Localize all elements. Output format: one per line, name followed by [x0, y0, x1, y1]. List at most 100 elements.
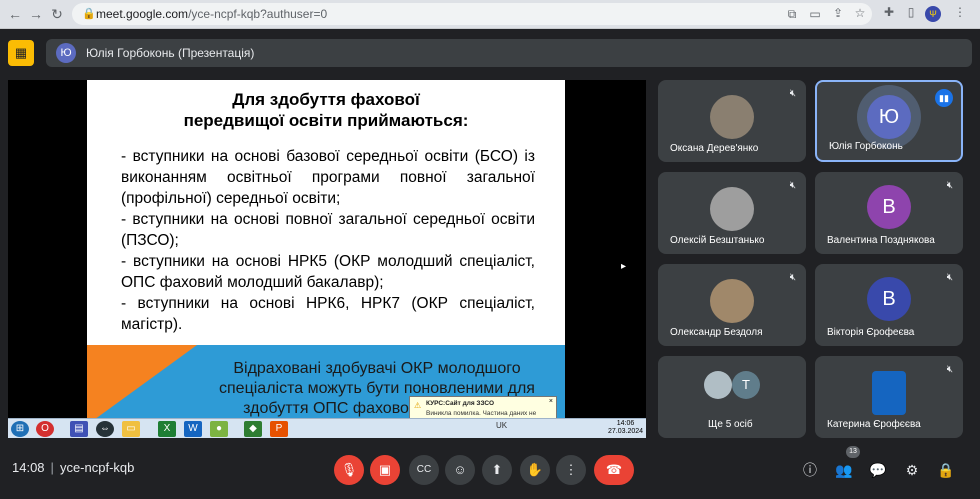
mic-off-icon: 🔇︎ — [946, 180, 953, 191]
app-icon[interactable]: ◆ — [244, 421, 262, 437]
presentation-toggle-icon[interactable]: ▦ — [8, 40, 34, 66]
more-options-button[interactable]: ⋮ — [556, 455, 586, 485]
slide-item: - вступники на основі НРК6, НРК7 (ОКР сп… — [121, 295, 535, 333]
mic-off-icon: 🔇︎ — [789, 272, 796, 283]
participant-tile-more[interactable]: Т Ще 5 осіб — [658, 356, 806, 438]
cast-icon[interactable]: ⧉ — [784, 7, 800, 22]
participant-avatar: Т — [732, 371, 760, 399]
app-icon[interactable]: ● — [210, 421, 228, 437]
participant-tile[interactable]: В 🔇︎ Вікторія Єрофеєва — [815, 264, 963, 346]
participant-tile[interactable]: В 🔇︎ Валентина Позднякова — [815, 172, 963, 254]
meeting-details-button[interactable]: ⓘ — [798, 458, 822, 482]
mic-off-icon: 🎙 — [340, 462, 358, 477]
menu-kebab-icon[interactable]: ⋮ — [952, 5, 968, 19]
start-icon[interactable]: ⊞ — [11, 421, 29, 437]
participant-tile[interactable]: 🔇︎ Катерина Єрофєєва — [815, 356, 963, 438]
mic-off-icon: 🔇︎ — [946, 364, 953, 375]
close-icon[interactable]: × — [549, 398, 553, 405]
raise-hand-button[interactable]: ✋ — [520, 455, 550, 485]
explorer-icon[interactable]: ▭ — [122, 421, 140, 437]
back-icon[interactable]: ← — [6, 5, 24, 23]
participant-avatar: В — [867, 185, 911, 229]
emoji-icon: ☺ — [453, 462, 467, 477]
mic-toggle-button[interactable]: 🎙 — [334, 455, 364, 485]
lock-icon: 🔒 — [82, 8, 96, 20]
slide: Для здобуття фахової передвищої освіти пр… — [87, 80, 565, 425]
extensions-icon[interactable]: ✚ — [881, 5, 897, 19]
participant-tile[interactable]: 🔇︎ Олексій Безштанько — [658, 172, 806, 254]
camera-off-icon: ▣ — [378, 462, 392, 477]
notification-title: КУРС:Сайт для ЗЗСО — [426, 400, 495, 407]
participant-name: Валентина Позднякова — [827, 235, 935, 246]
share-icon[interactable]: ⇪ — [830, 6, 846, 20]
host-controls-button[interactable]: 🔒 — [934, 458, 958, 482]
bookmark-star-icon[interactable]: ☆ — [852, 6, 868, 20]
more-people-label: Ще 5 осіб — [708, 419, 753, 430]
reload-icon[interactable]: ↻ — [48, 5, 66, 23]
phone-hangup-icon: ☎ — [605, 462, 623, 477]
presenter-label: Юлія Горбоконь (Презентація) — [86, 46, 255, 60]
meet-controls-bar: 14:08 | yce-ncpf-kqb 🎙 ▣ CC ☺ ⬆ ✋ ⋮ ☎ ⓘ 13… — [0, 440, 980, 499]
kebab-icon: ⋮ — [564, 462, 578, 477]
side-panel-icon[interactable]: ▯ — [903, 5, 919, 19]
slide-item: - вступники на основі повної загальної с… — [121, 211, 535, 249]
participant-photo — [704, 371, 732, 399]
meet-top-bar: ▦ Ю Юлія Горбоконь (Презентація) — [0, 29, 980, 77]
participant-tile[interactable]: 🔇︎ Оксана Дерев'янко — [658, 80, 806, 162]
participant-photo — [710, 95, 754, 139]
excel-icon[interactable]: X — [158, 421, 176, 437]
teamviewer-icon[interactable]: ⇔ — [96, 421, 114, 437]
people-button[interactable]: 👥 — [832, 458, 856, 482]
participant-photo — [872, 371, 906, 415]
presenter-avatar: Ю — [56, 43, 76, 63]
participant-tile[interactable]: 🔇︎ Олександр Бездоля — [658, 264, 806, 346]
captions-button[interactable]: CC — [409, 455, 439, 485]
forward-icon[interactable]: → — [27, 5, 45, 23]
tray-notification[interactable]: ⚠ КУРС:Сайт для ЗЗСО Виникла помилка. Ча… — [409, 396, 557, 424]
end-call-button[interactable]: ☎ — [594, 455, 634, 485]
slide-body: - вступники на основі базової середньої … — [121, 146, 535, 335]
present-icon: ⬆ — [491, 462, 503, 477]
address-bar[interactable]: 🔒 meet.google.com/yce-ncpf-kqb?authuser=… — [72, 3, 872, 25]
participant-avatar: Ю — [867, 95, 911, 139]
present-button[interactable]: ⬆ — [482, 455, 512, 485]
meeting-code: yce-ncpf-kqb — [59, 460, 135, 475]
opera-icon[interactable]: O — [36, 421, 54, 437]
reactions-button[interactable]: ☺ — [445, 455, 475, 485]
participant-photo — [710, 187, 754, 231]
mic-off-icon: 🔇︎ — [946, 272, 953, 283]
app-icon[interactable]: ▤ — [70, 421, 88, 437]
people-icon: 👥 — [835, 462, 853, 478]
presenter-chip[interactable]: Ю Юлія Горбоконь (Презентація) — [46, 39, 972, 67]
camera-permission-icon[interactable]: ▭ — [807, 7, 823, 21]
participant-name: Олександр Бездоля — [670, 327, 763, 338]
camera-toggle-button[interactable]: ▣ — [370, 455, 400, 485]
presentation-stage: Для здобуття фахової передвищої освіти пр… — [8, 80, 646, 438]
mouse-cursor-icon: ▸ — [621, 261, 627, 272]
participant-name: Олексій Безштанько — [670, 235, 765, 246]
profile-avatar-icon[interactable]: Ψ — [925, 6, 941, 22]
windows-taskbar: ⊞ O ▤ ⇔ ▭ X W ● ◆ P UK 14:06 27.03.2024 — [8, 418, 646, 438]
chat-icon: 💬 — [869, 462, 887, 478]
tray-lang[interactable]: UK — [496, 421, 507, 430]
chat-button[interactable]: 💬 — [866, 458, 890, 482]
activities-icon: ⚙ — [905, 462, 919, 478]
powerpoint-icon[interactable]: P — [270, 421, 288, 437]
info-icon: ⓘ — [803, 462, 817, 478]
participant-count-badge: 13 — [846, 446, 860, 458]
tray-clock[interactable]: 14:06 27.03.2024 — [608, 420, 643, 436]
speaking-icon: ▮▮ — [935, 89, 953, 107]
captions-icon: CC — [416, 464, 432, 475]
slide-item: - вступники на основі НРК5 (ОКР молодший… — [121, 253, 535, 291]
word-icon[interactable]: W — [184, 421, 202, 437]
participant-tile[interactable]: Ю ▮▮ Юлія Горбоконь — [815, 80, 963, 162]
participant-name: Оксана Дерев'янко — [670, 143, 759, 154]
mic-off-icon: 🔇︎ — [789, 88, 796, 99]
activities-button[interactable]: ⚙ — [900, 458, 924, 482]
mic-off-icon: 🔇︎ — [789, 180, 796, 191]
browser-toolbar: ← → ↻ 🔒 meet.google.com/yce-ncpf-kqb?aut… — [0, 0, 980, 29]
participant-avatar: В — [867, 277, 911, 321]
slide-title: Для здобуття фахової передвищої освіти пр… — [183, 90, 469, 130]
meeting-time: 14:08 | yce-ncpf-kqb — [12, 460, 135, 475]
participant-photo — [710, 279, 754, 323]
